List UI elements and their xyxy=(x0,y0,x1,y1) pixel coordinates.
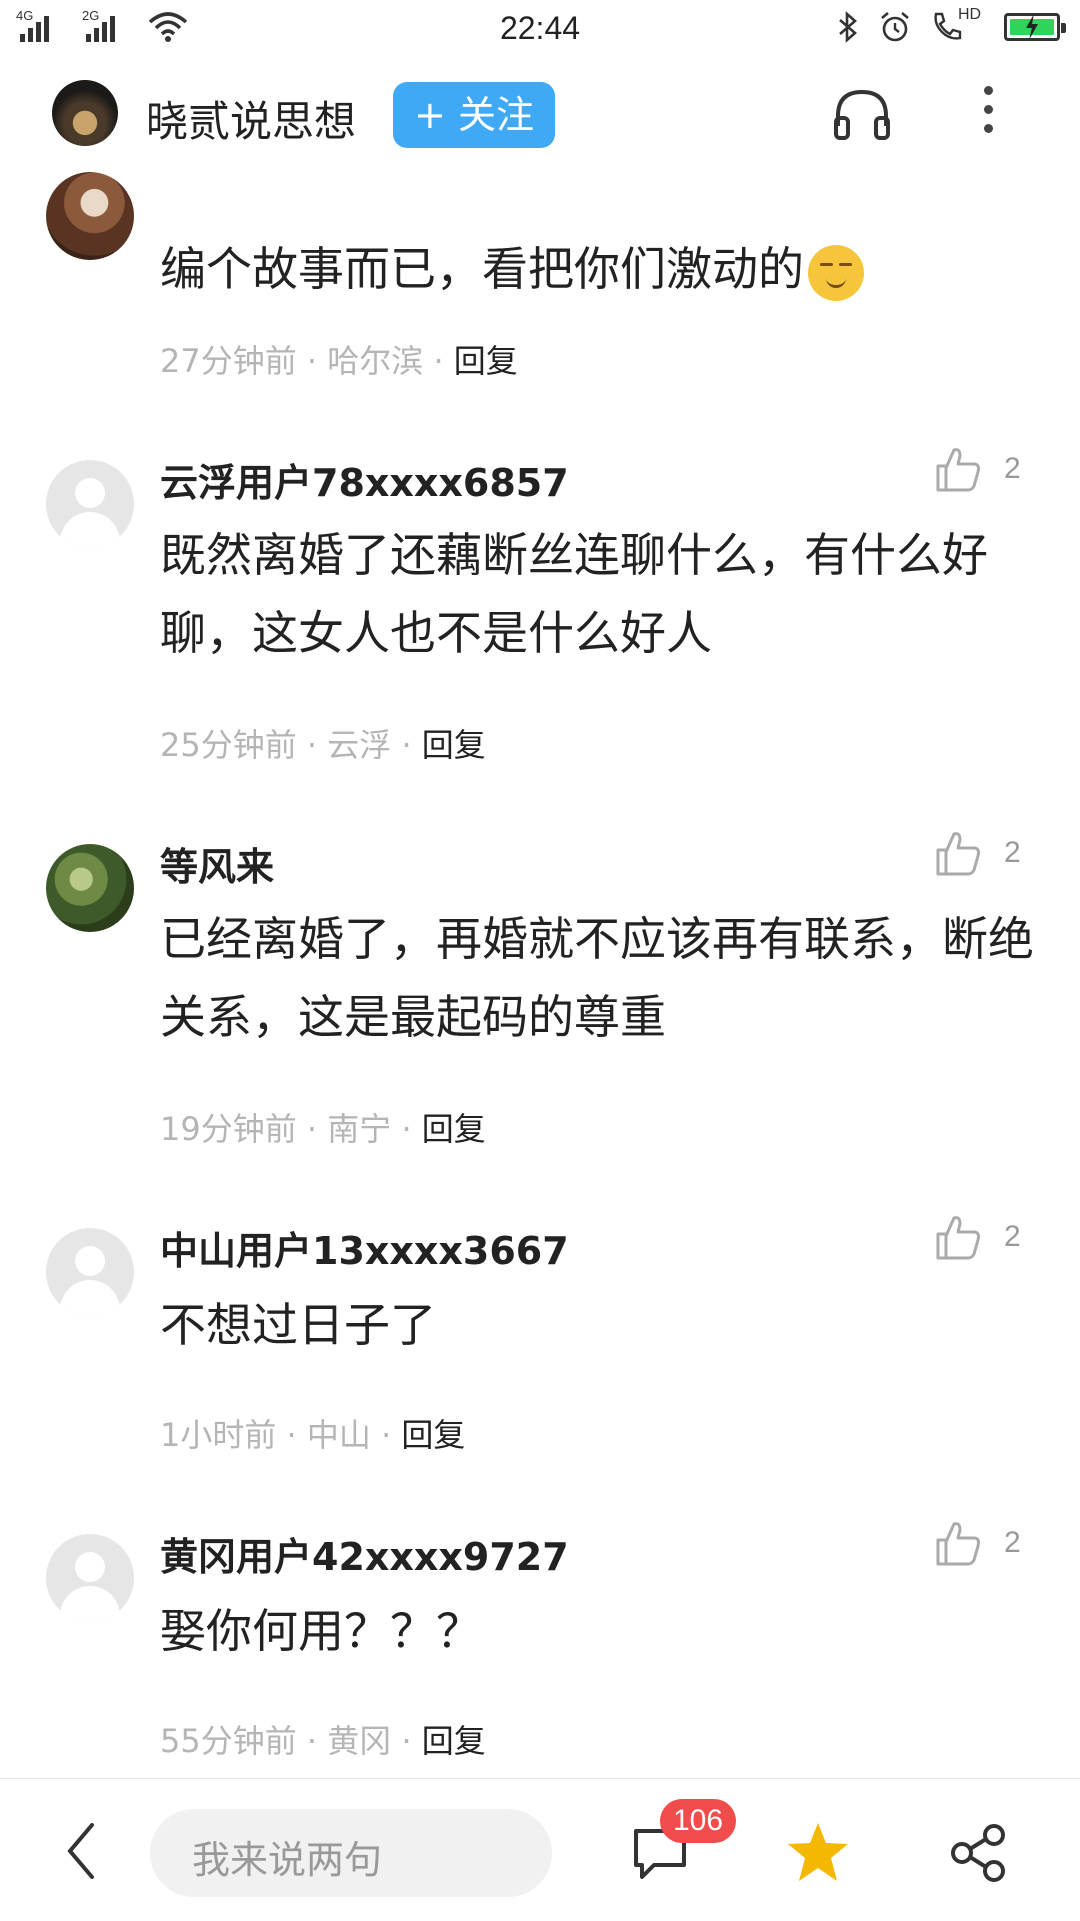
thumbs-up-icon xyxy=(936,1522,980,1566)
comment-item: 云浮用户78xxxx6857 2 既然离婚了还藕断丝连聊什么，有什么好聊，这女人… xyxy=(0,446,1080,776)
comment-meta: 1小时前 · 中山 · 回复 xyxy=(160,1416,466,1454)
comment-text: 既然离婚了还藕断丝连聊什么，有什么好聊，这女人也不是什么好人 xyxy=(160,528,988,660)
thumbs-up-icon xyxy=(936,1216,980,1260)
comment-meta: 19分钟前 · 南宁 · 回复 xyxy=(160,1110,486,1148)
like-count: 2 xyxy=(1004,452,1021,485)
author-name[interactable]: 晓贰说思想 xyxy=(146,88,356,149)
hd-label: HD xyxy=(958,6,982,23)
thumbs-up-icon xyxy=(936,832,980,876)
status-bar: 4G 2G 22:44 HD xyxy=(0,0,1080,60)
commenter-avatar[interactable] xyxy=(46,1534,134,1622)
battery-charging-icon xyxy=(1004,13,1066,41)
like-count: 2 xyxy=(1004,1526,1021,1559)
comment-input[interactable]: 我来说两句 xyxy=(150,1809,552,1897)
follow-button[interactable]: + 关注 xyxy=(393,82,555,148)
article-header: 晓贰说思想 + 关注 xyxy=(0,60,1080,168)
commenter-name[interactable]: 中山用户13xxxx3667 xyxy=(160,1220,569,1275)
alarm-icon xyxy=(881,12,909,42)
commenter-name[interactable]: 云浮用户78xxxx6857 xyxy=(160,452,569,507)
comment-text: 娶你何用？？？ xyxy=(160,1604,482,1658)
author-avatar[interactable] xyxy=(52,80,118,146)
reply-button[interactable]: 回复 xyxy=(422,1110,486,1148)
comment-location: 哈尔滨 xyxy=(327,342,424,380)
comment-location: 黄冈 xyxy=(327,1722,392,1760)
reply-button[interactable]: 回复 xyxy=(422,1722,486,1760)
comment-location: 南宁 xyxy=(327,1110,392,1148)
like-button[interactable]: 2 xyxy=(934,1214,1021,1260)
comment-meta: 25分钟前 · 云浮 · 回复 xyxy=(160,726,486,764)
like-button[interactable]: 2 xyxy=(934,830,1021,876)
smirk-emoji-icon xyxy=(808,244,864,301)
like-button[interactable]: 2 xyxy=(934,446,1021,492)
comment-location: 中山 xyxy=(306,1416,371,1454)
comment-time: 19分钟前 xyxy=(160,1110,297,1148)
commenter-avatar[interactable] xyxy=(46,172,134,260)
comment-text-content: 编个故事而已，看把你们激动的 xyxy=(160,242,804,296)
commenter-avatar[interactable] xyxy=(46,1228,134,1316)
hd-call-icon: HD xyxy=(930,6,986,44)
star-icon[interactable] xyxy=(786,1821,850,1883)
comment-meta: 55分钟前 · 黄冈 · 回复 xyxy=(160,1722,486,1760)
comment-text: 不想过日子了 xyxy=(160,1298,436,1352)
back-icon[interactable] xyxy=(66,1823,96,1879)
commenter-name[interactable]: 等风来 xyxy=(160,836,274,891)
comment-time: 25分钟前 xyxy=(160,726,297,764)
comment-item: 等风来 2 已经离婚了，再婚就不应该再有联系，断绝关系，这是最起码的尊重 19分… xyxy=(0,830,1080,1160)
commenter-avatar[interactable] xyxy=(46,460,134,548)
like-button[interactable]: 2 xyxy=(934,1520,1021,1566)
like-count: 2 xyxy=(1004,836,1021,869)
thumbs-up-icon xyxy=(936,448,980,492)
comment-time: 27分钟前 xyxy=(160,342,297,380)
comment-item: 黄冈用户42xxxx9727 2 娶你何用？？？ 55分钟前 · 黄冈 · 回复 xyxy=(0,1520,1080,1780)
comment-location: 云浮 xyxy=(327,726,392,764)
comment-time: 55分钟前 xyxy=(160,1722,297,1760)
like-count: 2 xyxy=(1004,1220,1021,1253)
commenter-avatar[interactable] xyxy=(46,844,134,932)
comment-input-placeholder: 我来说两句 xyxy=(192,1838,383,1882)
bottom-action-bar: 我来说两句 106 xyxy=(0,1778,1080,1921)
comment-text: 编个故事而已，看把你们激动的 xyxy=(160,230,1040,308)
more-vertical-icon[interactable] xyxy=(980,86,996,142)
comment-item: 编个故事而已，看把你们激动的 27分钟前 · 哈尔滨 · 回复 xyxy=(0,168,1080,398)
headphone-icon[interactable] xyxy=(832,86,892,142)
reply-button[interactable]: 回复 xyxy=(454,342,518,380)
comment-time: 1小时前 xyxy=(160,1416,277,1454)
comment-count-badge: 106 xyxy=(660,1799,736,1843)
comment-item: 中山用户13xxxx3667 2 不想过日子了 1小时前 · 中山 · 回复 xyxy=(0,1214,1080,1474)
commenter-name[interactable]: 黄冈用户42xxxx9727 xyxy=(160,1526,569,1581)
reply-button[interactable]: 回复 xyxy=(422,726,486,764)
bluetooth-icon xyxy=(839,11,857,43)
reply-button[interactable]: 回复 xyxy=(401,1416,465,1454)
status-right: HD xyxy=(836,6,1066,44)
share-icon[interactable] xyxy=(950,1823,1006,1883)
comment-text: 已经离婚了，再婚就不应该再有联系，断绝关系，这是最起码的尊重 xyxy=(160,912,1034,1044)
comment-meta: 27分钟前 · 哈尔滨 · 回复 xyxy=(160,342,518,380)
